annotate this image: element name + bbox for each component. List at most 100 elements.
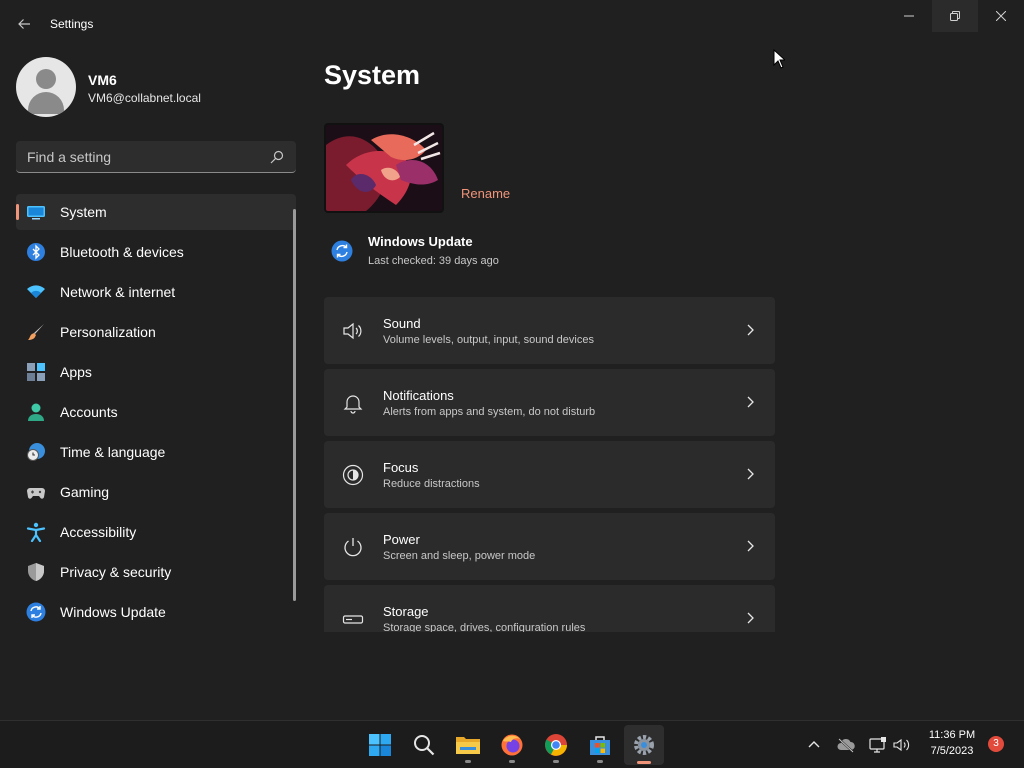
card-focus[interactable]: Focus Reduce distractions	[324, 441, 775, 508]
taskbar-start-button[interactable]	[360, 725, 400, 765]
minimize-button[interactable]	[886, 0, 932, 32]
taskbar-search-button[interactable]	[404, 725, 444, 765]
chevron-right-icon	[747, 396, 754, 408]
windows-update-status: Last checked: 39 days ago	[368, 255, 499, 267]
power-icon	[344, 538, 362, 557]
card-title: Sound	[383, 316, 421, 331]
accounts-icon	[28, 403, 44, 421]
running-indicator	[509, 760, 515, 763]
chevron-up-icon[interactable]	[804, 735, 824, 755]
back-button[interactable]	[12, 12, 36, 36]
sidebar-item-label: Time & language	[60, 444, 166, 460]
card-title: Storage	[383, 604, 429, 619]
gamepad-icon	[27, 488, 45, 499]
chevron-right-icon	[747, 612, 754, 624]
card-sound[interactable]: Sound Volume levels, output, input, soun…	[324, 297, 775, 364]
sidebar-item-network[interactable]: Network & internet	[16, 274, 296, 310]
sidebar-item-label: Windows Update	[60, 604, 166, 620]
sidebar-item-accounts[interactable]: Accounts	[16, 394, 296, 430]
apps-icon	[27, 363, 45, 381]
start-icon	[369, 734, 391, 756]
settings-cards-list: Sound Volume levels, output, input, soun…	[324, 297, 775, 632]
taskbar-firefox-button[interactable]	[492, 725, 532, 765]
chevron-right-icon	[747, 468, 754, 480]
sidebar-scrollbar[interactable]	[293, 209, 296, 601]
sidebar-item-system[interactable]: System	[16, 194, 296, 230]
card-notifications[interactable]: Notifications Alerts from apps and syste…	[324, 369, 775, 436]
shield-icon	[28, 563, 44, 581]
taskbar	[0, 720, 1024, 768]
device-wallpaper-thumbnail[interactable]	[324, 123, 444, 213]
running-indicator	[597, 760, 603, 763]
onedrive-offline-icon[interactable]	[836, 735, 856, 755]
windows-update-icon	[26, 602, 46, 622]
sidebar-item-label: Network & internet	[60, 284, 176, 300]
minimize-icon	[904, 15, 914, 17]
sidebar-item-time-language[interactable]: Time & language	[16, 434, 296, 470]
chevron-right-icon	[747, 324, 754, 336]
system-display-icon	[27, 206, 45, 220]
paintbrush-icon	[28, 324, 44, 340]
running-indicator	[465, 760, 471, 763]
firefox-icon	[501, 734, 523, 756]
sidebar-item-accessibility[interactable]: Accessibility	[16, 514, 296, 550]
settings-icon	[634, 735, 654, 755]
sidebar-item-label: Accounts	[60, 404, 118, 420]
mouse-pointer-icon	[773, 49, 785, 69]
taskbar-settings-button[interactable]	[624, 725, 664, 765]
taskbar-file-explorer-button[interactable]	[448, 725, 488, 765]
search-input[interactable]	[16, 141, 256, 172]
sidebar-item-bluetooth[interactable]: Bluetooth & devices	[16, 234, 296, 270]
notification-count-badge[interactable]: 3	[988, 736, 1004, 752]
sidebar-item-label: Apps	[60, 364, 92, 380]
taskbar-clock-time[interactable]: 11:36 PM	[918, 729, 986, 741]
user-email: VM6@collabnet.local	[88, 91, 201, 105]
sidebar-nav: System Bluetooth & devices Network & int…	[16, 194, 296, 634]
sidebar-item-label: Privacy & security	[60, 564, 172, 580]
card-subtitle: Storage space, drives, configuration rul…	[383, 622, 586, 632]
sidebar-item-gaming[interactable]: Gaming	[16, 474, 296, 510]
card-power[interactable]: Power Screen and sleep, power mode	[324, 513, 775, 580]
speaker-icon	[343, 322, 362, 340]
chevron-right-icon	[747, 540, 754, 552]
close-icon	[996, 11, 1006, 21]
globe-clock-icon	[27, 443, 45, 461]
focus-icon	[342, 464, 364, 486]
sidebar-item-label: System	[60, 204, 107, 220]
rename-link[interactable]: Rename	[461, 186, 510, 201]
bell-icon	[343, 395, 363, 414]
file-explorer-icon	[456, 737, 480, 754]
taskbar-clock-date[interactable]: 7/5/2023	[918, 745, 986, 757]
running-indicator	[553, 760, 559, 763]
sidebar-item-personalization[interactable]: Personalization	[16, 314, 296, 350]
back-arrow-icon	[18, 19, 30, 29]
sidebar-item-label: Gaming	[60, 484, 110, 500]
wallpaper-image	[326, 125, 442, 211]
volume-icon[interactable]	[892, 735, 912, 755]
search-box[interactable]	[16, 141, 296, 173]
card-title: Power	[383, 532, 420, 547]
avatar[interactable]	[16, 57, 76, 117]
windows-update-icon	[331, 240, 353, 262]
title-bar: Settings	[0, 0, 1024, 48]
sidebar-item-label: Bluetooth & devices	[60, 244, 184, 260]
bluetooth-icon	[27, 243, 45, 261]
sidebar-item-privacy-security[interactable]: Privacy & security	[16, 554, 296, 590]
card-subtitle: Reduce distractions	[383, 478, 480, 490]
app-title: Settings	[50, 17, 94, 31]
windows-update-title[interactable]: Windows Update	[368, 234, 473, 249]
sidebar-item-windows-update[interactable]: Windows Update	[16, 594, 296, 630]
taskbar-store-button[interactable]	[580, 725, 620, 765]
search-icon[interactable]	[270, 150, 284, 164]
close-button[interactable]	[978, 0, 1024, 32]
network-icon[interactable]	[868, 735, 888, 755]
card-storage[interactable]: Storage Storage space, drives, configura…	[324, 585, 775, 632]
card-subtitle: Alerts from apps and system, do not dist…	[383, 406, 596, 418]
card-title: Notifications	[383, 388, 454, 403]
avatar-head	[36, 69, 56, 89]
user-name: VM6	[88, 72, 117, 88]
restore-button[interactable]	[932, 0, 978, 32]
taskbar-chrome-button[interactable]	[536, 725, 576, 765]
sidebar-item-apps[interactable]: Apps	[16, 354, 296, 390]
sidebar-item-label: Accessibility	[60, 524, 137, 540]
